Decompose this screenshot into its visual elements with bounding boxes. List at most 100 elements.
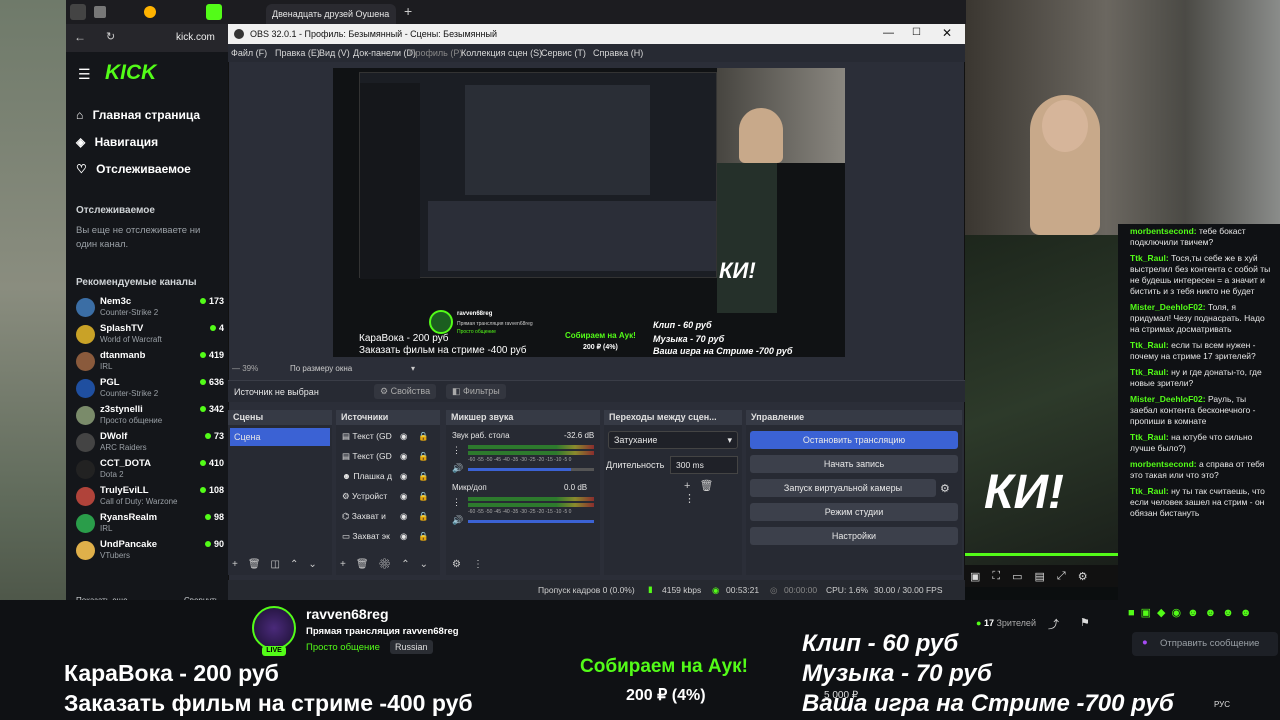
chat-input[interactable]: ● Отправить сообщение xyxy=(1132,632,1278,656)
add-transition-icon[interactable]: + xyxy=(684,480,699,492)
up-icon[interactable]: ⌃ xyxy=(401,559,419,570)
volume-icon[interactable]: ▣ xyxy=(970,570,980,583)
chat-username[interactable]: Mister_DeehloF02: xyxy=(1130,394,1206,404)
channel-avatar[interactable] xyxy=(252,606,296,650)
chat-username[interactable]: morbentsecond: xyxy=(1130,459,1197,469)
properties-button[interactable]: ⚙ Свойства xyxy=(374,384,437,399)
filter-scene-icon[interactable]: ◫ xyxy=(271,559,290,570)
nav-browse[interactable]: ◈ Навигация xyxy=(76,135,158,149)
kick-tab-icon[interactable] xyxy=(206,4,222,20)
source-item[interactable]: ▤ Текст (GD ◉ 🔒 xyxy=(342,431,436,447)
menu-item[interactable]: Сервис (T) xyxy=(541,48,586,58)
fit-select[interactable]: По размеру окна ▾ xyxy=(290,364,415,373)
eye-icon[interactable]: ◉ xyxy=(400,531,407,542)
chat-username[interactable]: Ttk_Raul: xyxy=(1130,432,1169,442)
gear-icon[interactable]: ⚙ xyxy=(1078,570,1088,583)
menu-item[interactable]: Профиль (P) xyxy=(409,48,462,58)
menu-item[interactable]: Вид (V) xyxy=(319,48,350,58)
emote-row[interactable]: ■▣◆◉☻☻☻☻ xyxy=(1128,606,1278,624)
source-item[interactable]: ▭ Захват эк ◉ 🔒 xyxy=(342,531,436,547)
lock-icon[interactable]: 🔒 xyxy=(418,431,429,442)
transition-select[interactable]: Затухание ▾ xyxy=(608,431,738,449)
mixer-menu-icon[interactable]: ⋮ xyxy=(452,497,461,508)
chat-username[interactable]: Mister_DeehloF02: xyxy=(1130,302,1206,312)
volume-icon[interactable]: 🔊 xyxy=(452,463,463,474)
lock-icon[interactable]: 🔒 xyxy=(418,491,429,502)
up-icon[interactable]: ⌃ xyxy=(290,559,308,570)
channel-item[interactable]: RyansRealm IRL 98 xyxy=(76,512,226,537)
share-icon[interactable]: ⤴ xyxy=(1048,616,1059,632)
lock-icon[interactable]: 🔒 xyxy=(418,471,429,482)
add-source-icon[interactable]: + xyxy=(340,559,356,570)
menu-item[interactable]: Коллекция сцен (S) xyxy=(461,48,542,58)
down-icon[interactable]: ⌄ xyxy=(308,559,326,570)
menu-item[interactable]: Док-панели (D) xyxy=(353,48,416,58)
eye-icon[interactable]: ◉ xyxy=(400,451,407,462)
nav-home[interactable]: ⌂ Главная страница xyxy=(76,108,200,122)
source-item[interactable]: ☻ Плашка д ◉ 🔒 xyxy=(342,471,436,487)
tab-favicon-icon[interactable] xyxy=(94,6,106,18)
tab-menu-icon[interactable] xyxy=(70,4,86,20)
maximize-icon[interactable]: ☐ xyxy=(912,27,921,38)
obs-preview[interactable]: КИ! ravven68reg Прямая трансляция ravven… xyxy=(333,68,845,357)
start-recording-button[interactable]: Начать запись xyxy=(750,455,958,473)
new-tab-button[interactable]: + xyxy=(404,3,412,19)
channel-item[interactable]: Nem3c Counter-Strike 2 173 xyxy=(76,296,226,321)
duration-input[interactable]: 300 ms xyxy=(670,456,738,474)
lock-icon[interactable]: 🔒 xyxy=(418,531,429,542)
zoom-level[interactable]: — 39% xyxy=(232,364,258,373)
settings-button[interactable]: Настройки xyxy=(750,527,958,545)
source-settings-icon[interactable]: ⚙ xyxy=(379,559,402,570)
expand-icon[interactable]: ⤢ xyxy=(1057,570,1066,583)
add-scene-icon[interactable]: + xyxy=(232,559,248,570)
source-item[interactable]: ▤ Текст (GD ◉ 🔒 xyxy=(342,451,436,467)
lock-icon[interactable]: 🔒 xyxy=(418,451,429,462)
channel-item[interactable]: dtanmanb IRL 419 xyxy=(76,350,226,375)
studio-mode-button[interactable]: Режим студии xyxy=(750,503,958,521)
chat-username[interactable]: Ttk_Raul: xyxy=(1130,253,1169,263)
nav-following[interactable]: ♡ Отслеживаемое xyxy=(76,162,191,176)
fullscreen-icon[interactable]: ⛶ xyxy=(992,570,1000,583)
chat-username[interactable]: Ttk_Raul: xyxy=(1130,486,1169,496)
down-icon[interactable]: ⌄ xyxy=(420,559,438,570)
minimize-icon[interactable]: — xyxy=(883,27,894,39)
active-tab[interactable]: Двенадцать друзей Оушена xyxy=(266,4,396,24)
report-icon[interactable]: ⚑ xyxy=(1080,616,1090,629)
channel-name[interactable]: ravven68reg xyxy=(306,606,389,622)
menu-item[interactable]: Правка (E) xyxy=(275,48,320,58)
back-icon[interactable]: ← xyxy=(74,30,86,44)
stop-stream-button[interactable]: Остановить трансляцию xyxy=(750,431,958,449)
virtual-camera-button[interactable]: Запуск виртуальной камеры xyxy=(750,479,936,497)
tab-favicon-icon[interactable] xyxy=(144,6,156,18)
volume-slider[interactable] xyxy=(468,468,594,471)
language-tag[interactable]: Russian xyxy=(390,640,433,654)
transition-menu-icon[interactable]: ⋮ xyxy=(684,493,704,505)
url-text[interactable]: kick.com xyxy=(176,32,215,43)
close-icon[interactable]: ✕ xyxy=(942,26,952,40)
mixer-menu-icon[interactable]: ⋮ xyxy=(473,559,495,570)
eye-icon[interactable]: ◉ xyxy=(400,511,407,522)
channel-item[interactable]: PGL Counter-Strike 2 636 xyxy=(76,377,226,402)
volume-slider[interactable] xyxy=(468,520,594,523)
eye-icon[interactable]: ◉ xyxy=(400,471,407,482)
reload-icon[interactable]: ↻ xyxy=(106,30,115,43)
chat-username[interactable]: Ttk_Raul: xyxy=(1130,367,1169,377)
mixer-menu-icon[interactable]: ⋮ xyxy=(452,445,461,456)
channel-item[interactable]: CCT_DOTA Dota 2 410 xyxy=(76,458,226,483)
remove-transition-icon[interactable]: 🗑 xyxy=(699,480,722,492)
pip-icon[interactable]: ▤ xyxy=(1035,570,1045,583)
chat-username[interactable]: morbentsecond: xyxy=(1130,226,1197,236)
source-item[interactable]: ⚙ Устройст ◉ 🔒 xyxy=(342,491,436,507)
remove-scene-icon[interactable]: 🗑 xyxy=(248,559,271,570)
theater-icon[interactable]: ▭ xyxy=(1012,570,1022,583)
gear-icon[interactable]: ⚙ xyxy=(940,482,950,495)
eye-icon[interactable]: ◉ xyxy=(400,431,407,442)
remove-source-icon[interactable]: 🗑 xyxy=(356,559,379,570)
eye-icon[interactable]: ◉ xyxy=(400,491,407,502)
channel-item[interactable]: DWolf ARC Raiders 73 xyxy=(76,431,226,456)
filters-button[interactable]: ◧ Фильтры xyxy=(446,384,506,399)
stream-category[interactable]: Просто общение xyxy=(306,642,380,653)
menu-item[interactable]: Файл (F) xyxy=(231,48,267,58)
advanced-audio-icon[interactable]: ⚙ xyxy=(452,559,473,570)
scene-item[interactable]: Сцена xyxy=(230,428,330,446)
